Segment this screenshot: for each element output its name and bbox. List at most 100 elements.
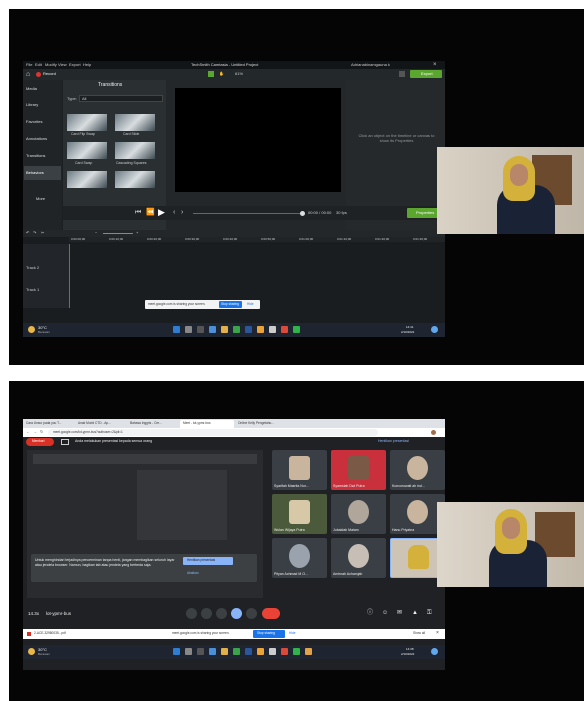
account-name[interactable]: Adrianabinamgauna k	[351, 63, 390, 67]
browser-tab[interactable]: Meet - lot-ypmr-bus	[183, 421, 211, 425]
chrome-icon[interactable]	[257, 326, 264, 333]
sidebar-item-media[interactable]: Media	[26, 87, 37, 91]
participant-tile[interactable]: Pityan Achmad M O...	[272, 538, 327, 578]
transition-thumb[interactable]	[67, 114, 107, 131]
browser-tab[interactable]: Cara Unsur pada you T...	[26, 421, 61, 425]
participant-tile[interactable]: Wulan Wijaya Putra	[272, 494, 327, 534]
dismiss-button[interactable]: Abaikan	[187, 571, 199, 575]
participant-tile[interactable]: Syamsiah Dwi Putra	[331, 450, 386, 490]
record-button[interactable]: Record	[43, 72, 56, 76]
notification-icon[interactable]	[431, 326, 438, 333]
home-icon[interactable]: ⌂	[26, 71, 30, 78]
stop-presenting-link[interactable]: Hentikan presentasi	[378, 439, 409, 444]
participant-tile[interactable]: Kuncorowati ah ind...	[390, 450, 445, 490]
playhead[interactable]	[69, 244, 70, 308]
menu-view[interactable]: View	[58, 63, 67, 67]
people-icon[interactable]: ☺	[382, 610, 388, 616]
start-icon[interactable]	[173, 326, 180, 333]
menu-edit[interactable]: Edit	[35, 63, 42, 67]
app-icon[interactable]	[269, 648, 276, 655]
rewind-icon[interactable]: ⏪	[146, 209, 155, 216]
type-dropdown[interactable]	[79, 95, 163, 102]
sidebar-item-favorites[interactable]: Favorites	[26, 120, 42, 124]
app-icon[interactable]	[281, 326, 288, 333]
camera-button[interactable]	[201, 608, 212, 619]
info-icon[interactable]: ⓘ	[367, 610, 373, 616]
taskview-icon[interactable]	[197, 326, 204, 333]
explorer-icon[interactable]	[221, 326, 228, 333]
prev-clip-icon[interactable]: ‹	[173, 209, 175, 216]
lock-icon[interactable]: ⚿	[427, 610, 432, 616]
scrubber-track[interactable]	[193, 213, 303, 214]
back-icon[interactable]: ←	[26, 430, 30, 434]
menu-file[interactable]: File	[26, 63, 32, 67]
menu-help[interactable]: Help	[83, 63, 91, 67]
show-all-button[interactable]: Show all	[413, 631, 425, 635]
present-button[interactable]	[231, 608, 242, 619]
more-options-button[interactable]	[246, 608, 257, 619]
close-icon[interactable]: ×	[436, 631, 439, 636]
raise-hand-button[interactable]	[216, 608, 227, 619]
select-tool-icon[interactable]	[208, 71, 214, 77]
hand-tool-icon[interactable]: ✋	[219, 72, 224, 76]
browser-tab[interactable]: Bahasa Inggris - Cer...	[130, 421, 162, 425]
transition-thumb[interactable]	[67, 171, 107, 188]
scrubber-handle[interactable]	[300, 211, 305, 216]
play-icon[interactable]: ▶	[158, 208, 165, 217]
hide-button[interactable]: Hide	[289, 631, 296, 635]
hide-button[interactable]: Hide	[247, 302, 254, 306]
explorer-icon[interactable]	[221, 648, 228, 655]
word-icon[interactable]	[245, 648, 252, 655]
undo-icon[interactable]: ↶	[26, 231, 29, 235]
start-icon[interactable]	[173, 648, 180, 655]
notification-icon[interactable]	[431, 648, 438, 655]
redo-icon[interactable]: ↷	[33, 231, 36, 235]
participant-tile[interactable]: Jubaidah Malam	[331, 494, 386, 534]
track-label[interactable]: Track 1	[26, 288, 39, 292]
app-icon[interactable]	[269, 326, 276, 333]
step-back-icon[interactable]: ⏮	[135, 209, 141, 216]
menu-modify[interactable]: Modify	[45, 63, 57, 67]
preview-canvas[interactable]	[175, 88, 341, 192]
share-icon[interactable]	[399, 71, 405, 77]
next-clip-icon[interactable]: ›	[181, 209, 183, 216]
profile-avatar[interactable]	[431, 430, 436, 435]
taskview-icon[interactable]	[197, 648, 204, 655]
track-label[interactable]: Track 2	[26, 266, 39, 270]
chat-icon[interactable]: ✉	[397, 610, 402, 616]
activities-icon[interactable]: ▲	[412, 610, 418, 616]
transition-thumb[interactable]	[67, 142, 107, 159]
sidebar-item-annotations[interactable]: Annotations	[26, 137, 47, 141]
time-ruler[interactable]: 0:00:00;00 0:00:10;00 0:00:20;00 0:00:30…	[69, 237, 445, 242]
edge-icon[interactable]	[209, 648, 216, 655]
search-icon[interactable]	[185, 326, 192, 333]
zoom-level[interactable]: 61%	[235, 72, 243, 76]
camtasia-icon[interactable]	[293, 648, 300, 655]
sidebar-item-behaviors[interactable]: Behaviors	[26, 171, 44, 175]
participant-tile[interactable]: Amirnah Achamjah	[331, 538, 386, 578]
participant-tile[interactable]: Syarifah Masrita Nur...	[272, 450, 327, 490]
transition-thumb[interactable]	[115, 114, 155, 131]
browser-tab[interactable]: Anak Murid CTD - Ap...	[78, 421, 111, 425]
leave-call-button[interactable]	[262, 608, 280, 619]
sidebar-item-more[interactable]: More	[36, 197, 45, 201]
mic-button[interactable]	[186, 608, 197, 619]
chrome-icon[interactable]	[257, 648, 264, 655]
zoom-in-icon[interactable]: +	[136, 231, 138, 235]
app-icon[interactable]	[233, 326, 240, 333]
edge-icon[interactable]	[209, 326, 216, 333]
word-icon[interactable]	[245, 326, 252, 333]
sidebar-item-library[interactable]: Library	[26, 103, 38, 107]
browser-tab[interactable]: Online Kelly Pengetahu...	[238, 421, 274, 425]
camtasia-icon[interactable]	[293, 326, 300, 333]
zoom-slider[interactable]	[103, 233, 133, 234]
reload-icon[interactable]: ↻	[40, 430, 43, 434]
search-icon[interactable]	[185, 648, 192, 655]
sidebar-item-transitions[interactable]: Transitions	[26, 154, 45, 158]
app-icon[interactable]	[305, 648, 312, 655]
transition-thumb[interactable]	[115, 142, 155, 159]
close-icon[interactable]: ×	[433, 62, 437, 68]
zoom-out-icon[interactable]: −	[95, 231, 97, 235]
transition-thumb[interactable]	[115, 171, 155, 188]
app-icon[interactable]	[233, 648, 240, 655]
